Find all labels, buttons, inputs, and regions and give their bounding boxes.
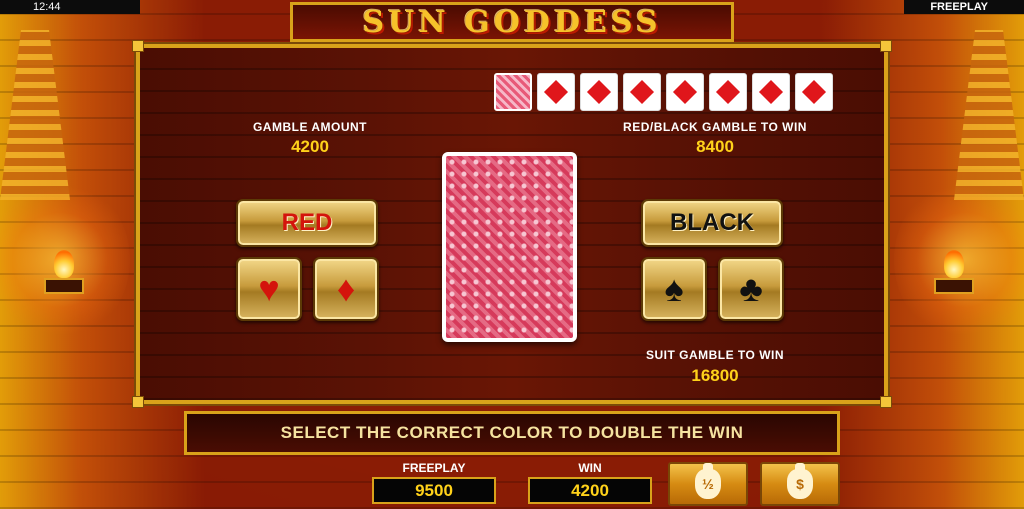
mode-indicator: FREEPLAY [904,0,1024,14]
instruction-message: SELECT THE CORRECT COLOR TO DOUBLE THE W… [184,411,840,455]
card-history [494,73,833,111]
spade-icon: ♠ [664,268,684,309]
history-card-diamond [537,73,575,111]
heart-icon: ♥ [258,268,280,309]
dollar-symbol: $ [796,476,804,492]
diamond-icon [629,79,655,105]
gamble-amount-value: 4200 [291,137,329,156]
hearts-button[interactable]: ♥ [236,257,302,321]
diamond-icon [801,79,827,105]
win-meter-label: WIN [578,461,602,475]
half-symbol: ½ [702,476,714,492]
freeplay-meter-value: 9500 [372,477,496,504]
clock: 12:44 [0,0,140,14]
red-button-label: RED [281,209,333,236]
spades-button[interactable]: ♠ [641,257,707,321]
gamble-amount-label: GAMBLE AMOUNT [252,120,368,134]
diamonds-button[interactable]: ♦ [313,257,379,321]
red-button[interactable]: RED [236,199,378,247]
history-card-diamond [752,73,790,111]
torch-right-icon [934,250,974,300]
history-card-diamond [666,73,704,111]
game-title-plate: SUN GODDESS [290,2,734,42]
collect-button[interactable]: $ [760,462,840,506]
torch-left-icon [44,250,84,300]
freeplay-meter-label: FREEPLAY [402,461,466,475]
panel-corner-ornament [880,40,892,52]
win-meter-value: 4200 [528,477,652,504]
diamond-icon [586,79,612,105]
history-card-diamond [623,73,661,111]
diamond-icon: ♦ [336,268,356,309]
color-gamble-label: RED/BLACK GAMBLE TO WIN [623,120,807,134]
black-button-label: BLACK [670,209,754,236]
suit-gamble-label: SUIT GAMBLE TO WIN [645,348,785,362]
club-icon: ♣ [739,268,763,309]
history-card-back [494,73,532,111]
history-card-diamond [580,73,618,111]
clubs-button[interactable]: ♣ [718,257,784,321]
money-bag-dollar-icon: $ [787,463,813,499]
money-bag-half-icon: ½ [695,463,721,499]
history-card-diamond [709,73,747,111]
panel-corner-ornament [880,396,892,408]
game-title: SUN GODDESS [362,4,662,40]
face-down-card [442,152,577,342]
diamond-icon [543,79,569,105]
diamond-icon [672,79,698,105]
half-collect-button[interactable]: ½ [668,462,748,506]
black-button[interactable]: BLACK [641,199,783,247]
color-gamble-value: 8400 [696,137,734,156]
panel-corner-ornament [132,396,144,408]
diamond-icon [715,79,741,105]
panel-corner-ornament [132,40,144,52]
suit-gamble-value: 16800 [691,366,739,385]
history-card-diamond [795,73,833,111]
diamond-icon [758,79,784,105]
